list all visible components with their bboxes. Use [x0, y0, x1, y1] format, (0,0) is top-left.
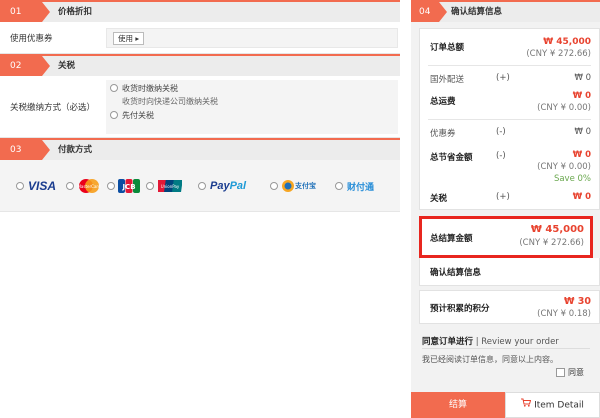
divider: [428, 119, 591, 120]
coupon-discount-value: ₩ 0: [574, 127, 591, 137]
intl-shipping-label: 国外配送: [430, 75, 465, 85]
payment-radio[interactable]: [146, 182, 154, 190]
grand-total-cny: (CNY ¥ 272.66): [519, 238, 584, 248]
savings-percent: Save 0%: [553, 174, 591, 184]
payment-radio[interactable]: [16, 182, 24, 190]
section-header-payment: 03 付款方式: [0, 138, 400, 160]
payment-methods: VISA MasterCard JCB UnionPay PayPal 支付宝 …: [0, 160, 400, 212]
section-title: 付款方式: [58, 145, 93, 155]
item-detail-label: Item Detail: [534, 400, 584, 411]
paypal-text-pay: Pay: [210, 180, 230, 192]
agree-heading-en: | Review your order: [475, 337, 559, 347]
mastercard-logo: MasterCard: [77, 178, 101, 194]
coupon-field: 使用 ▸: [106, 28, 398, 48]
section-number: 03: [0, 140, 50, 160]
section-number: 01: [0, 2, 50, 22]
unionpay-text: UnionPay: [161, 184, 180, 189]
agree-checkbox[interactable]: [556, 368, 565, 377]
alipay-text: 支付宝: [294, 181, 316, 190]
tenpay-logo: 财付通: [346, 178, 385, 194]
grand-total-label: 总结算金额: [430, 234, 473, 244]
tenpay-text: 财付通: [347, 181, 374, 193]
shipping-total-cny: (CNY ¥ 0.00): [537, 103, 591, 113]
section-header-tax: 02 关税: [0, 54, 400, 76]
coupon-label: 使用优惠券: [10, 34, 53, 44]
order-total-value: ₩ 45,000: [543, 37, 591, 47]
left-column: 01 价格折扣 使用优惠券 使用 ▸ 02 关税 关税缴纳方式（必选） 收货时缴…: [0, 0, 400, 212]
points-label: 预计积累的积分: [430, 304, 490, 314]
tax-prepay-radio[interactable]: [110, 111, 118, 119]
confirm-info-row: 确认结算信息: [419, 258, 600, 286]
tax-prepay-label: 先付关税: [122, 111, 154, 120]
intl-shipping-value: ₩ 0: [574, 73, 591, 83]
savings-label: 总节省金额: [430, 153, 473, 163]
tax-options: 收货时缴纳关税 收货时向快递公司缴纳关税 先付关税: [106, 80, 398, 134]
section-header-discount: 01 价格折扣: [0, 0, 400, 22]
payment-option-unionpay[interactable]: UnionPay: [146, 178, 184, 194]
alipay-logo: 支付宝: [282, 178, 320, 194]
jcb-text: JCB: [121, 183, 135, 191]
payment-radio[interactable]: [198, 182, 206, 190]
tax-on-delivery-label: 收货时缴纳关税: [122, 84, 178, 93]
tax-label: 关税: [430, 194, 448, 204]
savings-cny: (CNY ¥ 0.00): [537, 162, 591, 172]
cart-icon: [521, 393, 532, 417]
payment-radio[interactable]: [66, 182, 74, 190]
item-detail-button[interactable]: Item Detail: [505, 392, 600, 418]
payment-option-mastercard[interactable]: MasterCard: [66, 178, 101, 194]
payment-option-paypal[interactable]: PayPal: [198, 178, 258, 194]
paypal-logo: PayPal: [210, 178, 246, 194]
tax-sign: (+): [496, 192, 510, 202]
section-title: 关税: [58, 61, 76, 71]
payment-radio[interactable]: [107, 182, 115, 190]
payment-option-jcb[interactable]: JCB: [107, 178, 140, 194]
tax-on-delivery-radio[interactable]: [110, 84, 118, 92]
tax-on-delivery-note: 收货时向快递公司缴纳关税: [122, 97, 218, 106]
points-cny: (CNY ¥ 0.18): [537, 309, 591, 319]
order-total-cny: (CNY ¥ 272.66): [526, 49, 591, 59]
tax-method-label: 关税缴纳方式（必选）: [10, 103, 96, 113]
section-number: 02: [0, 56, 50, 76]
grand-total-box: 总结算金额 ₩ 45,000 (CNY ¥ 272.66): [419, 216, 593, 258]
coupon-discount-sign: (-): [496, 127, 506, 137]
summary-panel: 订单总额 ₩ 45,000 (CNY ¥ 272.66) 国外配送 (+) ₩ …: [419, 28, 600, 210]
agree-heading-cn: 同意订单进行: [422, 337, 474, 347]
paypal-text-pal: Pal: [229, 180, 247, 192]
points-panel: 预计积累的积分 ₩ 30 (CNY ¥ 0.18): [419, 290, 600, 324]
payment-option-visa[interactable]: VISA: [16, 178, 60, 194]
agree-heading: 同意订单进行 | Review your order: [422, 335, 559, 347]
section-header-confirm: 04 确认结算信息: [411, 0, 600, 22]
tax-row: 关税缴纳方式（必选） 收货时缴纳关税 收货时向快递公司缴纳关税 先付关税: [0, 76, 400, 138]
intl-shipping-sign: (+): [496, 73, 510, 83]
visa-logo: VISA: [28, 179, 57, 193]
grand-total-value: ₩ 45,000: [530, 224, 584, 235]
section-number: 04: [411, 2, 447, 22]
coupon-row: 使用优惠券 使用 ▸: [0, 22, 400, 54]
payment-radio[interactable]: [270, 182, 278, 190]
savings-value: ₩ 0: [572, 150, 591, 160]
savings-sign: (-): [496, 151, 506, 161]
payment-option-tenpay[interactable]: 财付通: [335, 178, 389, 194]
divider: [428, 65, 591, 66]
confirm-info-label: 确认结算信息: [430, 268, 482, 278]
payment-radio[interactable]: [335, 182, 343, 190]
use-coupon-button[interactable]: 使用 ▸: [113, 32, 145, 45]
unionpay-logo: UnionPay: [156, 178, 183, 194]
coupon-discount-label: 优惠券: [430, 129, 456, 139]
checkout-button[interactable]: 结算: [411, 392, 505, 418]
mastercard-text: MasterCard: [77, 184, 100, 189]
agree-checkbox-label: 同意: [568, 368, 584, 377]
shipping-total-value: ₩ 0: [572, 91, 591, 101]
agree-text: 我已经阅读订单信息，同意以上内容。: [422, 355, 558, 364]
section-title: 价格折扣: [58, 7, 93, 17]
points-value: ₩ 30: [563, 296, 591, 307]
tax-value: ₩ 0: [572, 192, 591, 202]
order-total-label: 订单总额: [430, 43, 465, 53]
divider: [422, 348, 590, 349]
shipping-total-label: 总运费: [430, 97, 456, 107]
jcb-logo: JCB: [118, 178, 140, 194]
payment-option-alipay[interactable]: 支付宝: [270, 178, 322, 194]
section-title: 确认结算信息: [451, 7, 503, 17]
